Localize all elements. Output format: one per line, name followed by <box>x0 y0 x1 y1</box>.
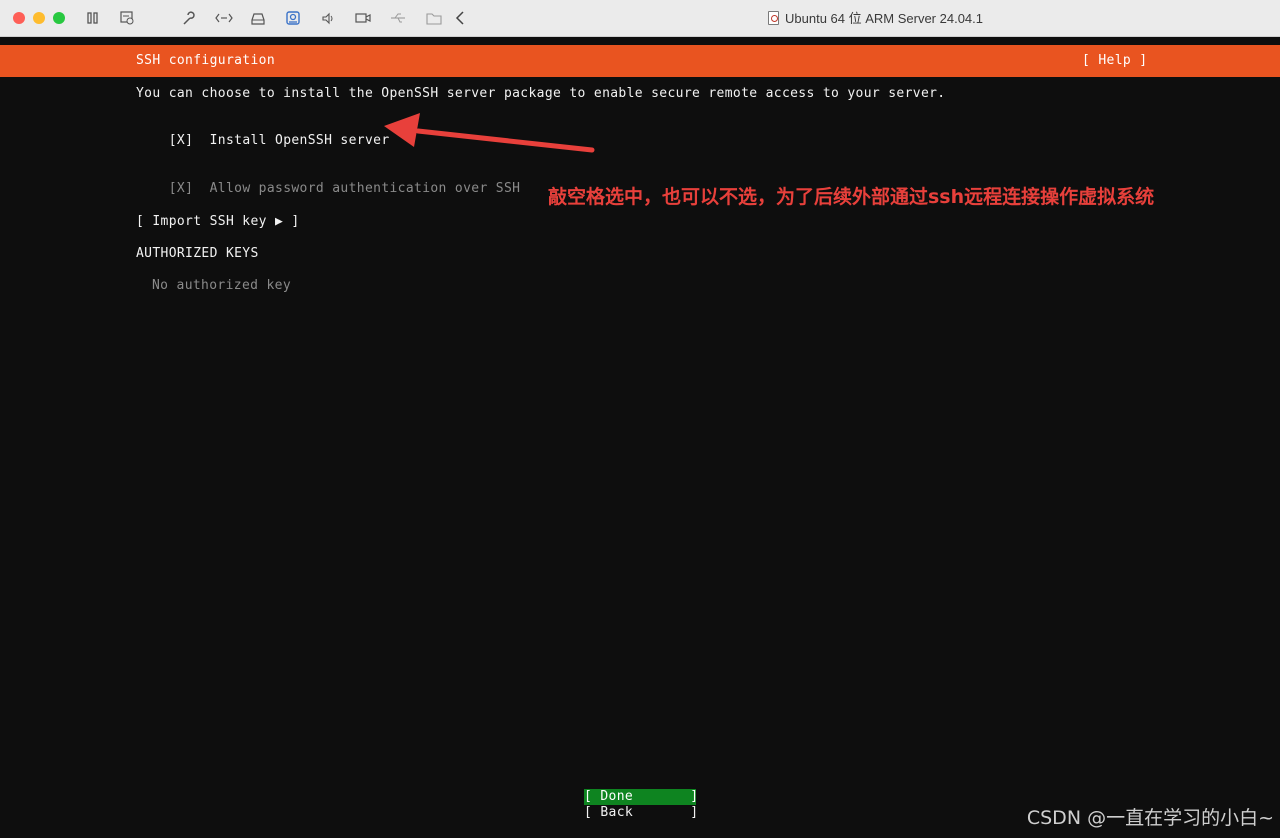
network-icon[interactable] <box>214 9 234 27</box>
wrench-icon[interactable] <box>178 9 198 27</box>
annotation-text: 敲空格选中，也可以不选，为了后续外部通过ssh远程连接操作虚拟系统 <box>548 186 1155 208</box>
minimize-window-button[interactable] <box>33 12 45 24</box>
chevron-left-icon[interactable] <box>450 9 470 27</box>
shared-folder-icon[interactable] <box>424 9 444 27</box>
vm-screen[interactable]: SSH configuration [ Help ] You can choos… <box>0 37 1280 838</box>
snapshot-icon[interactable] <box>117 9 137 27</box>
sound-icon[interactable] <box>318 9 338 27</box>
document-icon <box>768 11 779 25</box>
close-window-button[interactable] <box>13 12 25 24</box>
drive-icon[interactable] <box>248 9 268 27</box>
zoom-window-button[interactable] <box>53 12 65 24</box>
window-title: Ubuntu 64 位 ARM Server 24.04.1 <box>785 11 983 26</box>
camera-icon[interactable] <box>283 9 303 27</box>
video-camera-icon[interactable] <box>353 9 373 27</box>
window-titlebar: Ubuntu 64 位 ARM Server 24.04.1 <box>0 0 1280 37</box>
watermark: CSDN @一直在学习的小白~ <box>1026 807 1274 829</box>
annotation-arrow-icon <box>384 113 595 153</box>
pause-icon[interactable] <box>83 9 103 27</box>
usb-icon[interactable] <box>388 9 408 27</box>
